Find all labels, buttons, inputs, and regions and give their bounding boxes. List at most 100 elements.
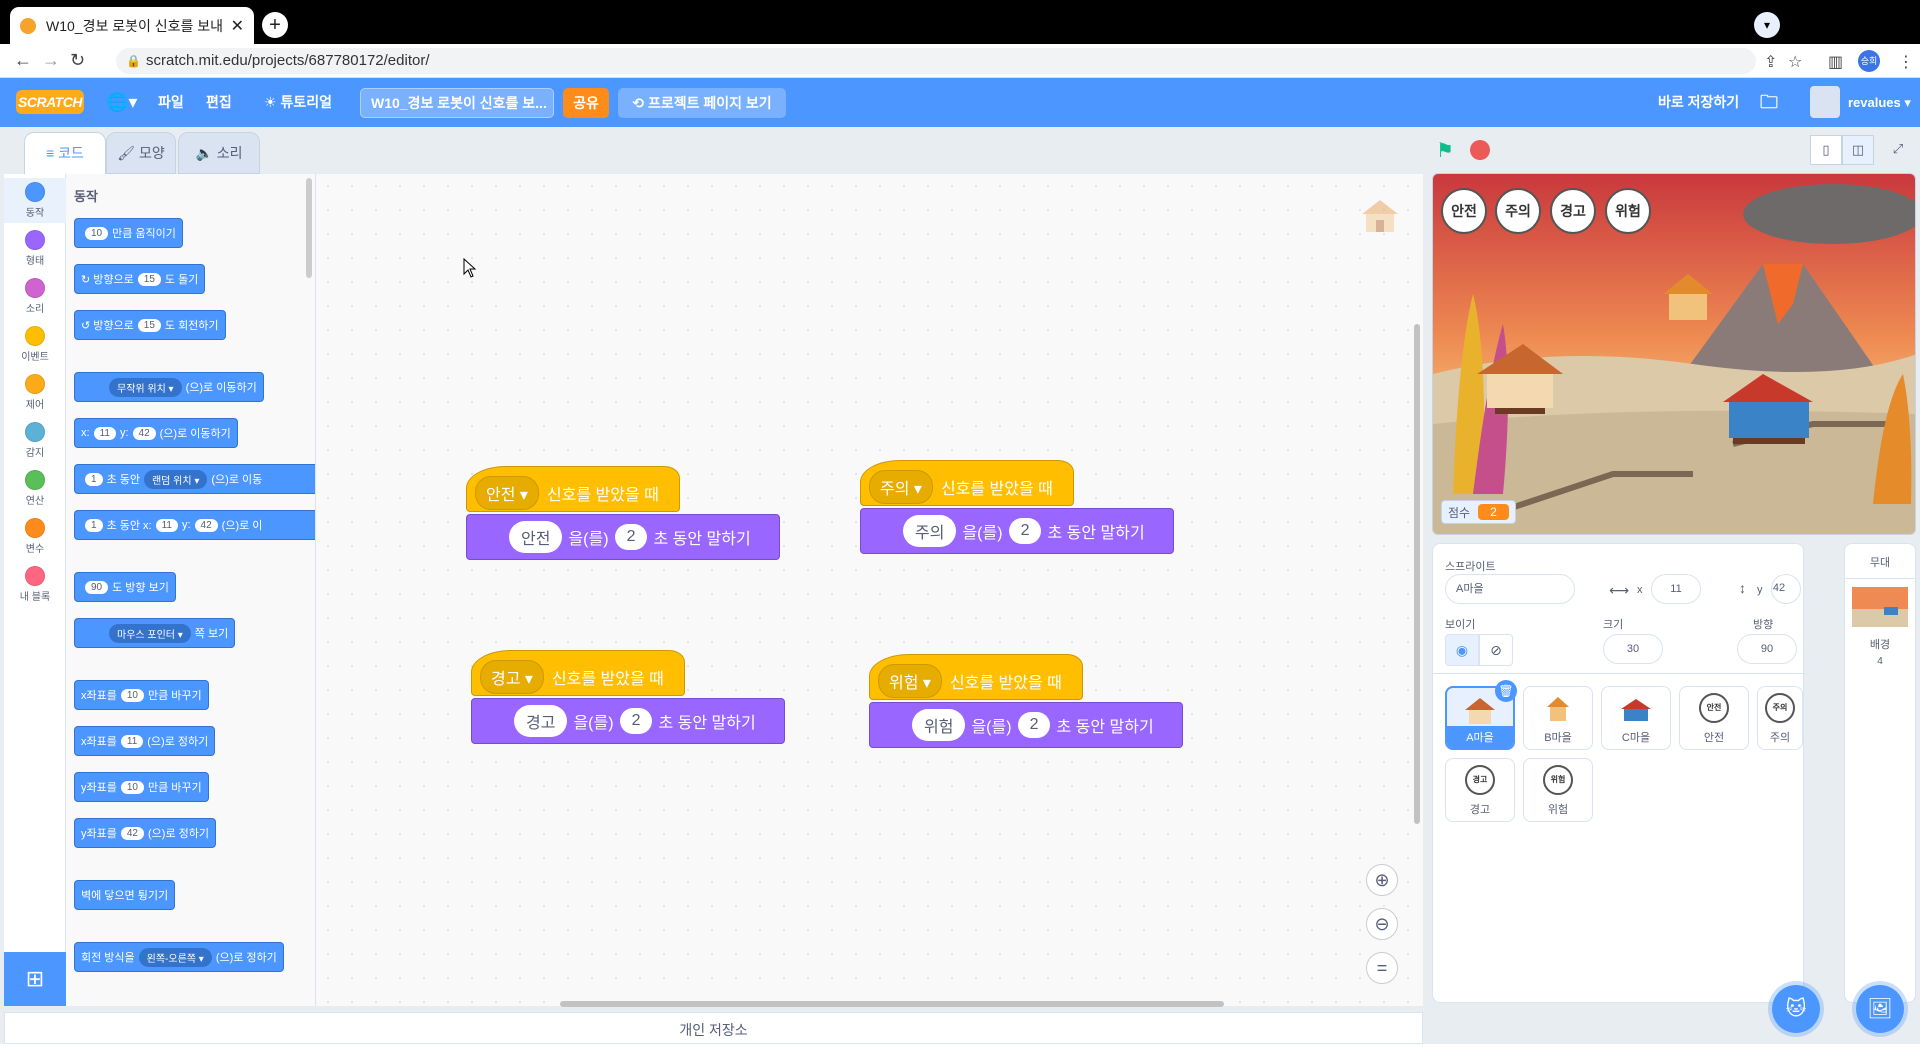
say-for-secs-block[interactable]: 안전 을(를) 2 초 동안 말하기: [466, 514, 780, 560]
block-input[interactable]: 1: [85, 518, 103, 532]
zoom-reset-button[interactable]: =: [1366, 952, 1398, 984]
x-input[interactable]: 11: [1651, 574, 1701, 604]
block-input[interactable]: 90: [85, 580, 109, 594]
block-move-steps[interactable]: 10 만큼 움직이기: [74, 218, 183, 248]
profile-avatar[interactable]: 승희: [1858, 50, 1880, 72]
block-point-direction[interactable]: 90 도 방향 보기: [74, 572, 176, 602]
tab-costumes[interactable]: 🖌 모양: [106, 132, 176, 174]
block-input[interactable]: 10: [120, 688, 144, 702]
sprite-thumb-safe[interactable]: 안전 안전: [1679, 686, 1749, 750]
new-tab-button[interactable]: +: [262, 12, 288, 38]
stage-button-caution[interactable]: 주의: [1495, 188, 1541, 234]
category-sound[interactable]: 소리: [4, 278, 66, 315]
browser-menu-icon[interactable]: ⋮: [1898, 52, 1914, 72]
block-turn-right[interactable]: ↻ 방향으로 15 도 돌기: [74, 264, 206, 294]
say-text-input[interactable]: 주의: [903, 515, 957, 547]
workspace-horizontal-scrollbar[interactable]: [560, 1001, 1224, 1007]
message-dropdown[interactable]: 경고 ▾: [480, 660, 544, 694]
user-avatar[interactable]: [1810, 86, 1840, 118]
message-dropdown[interactable]: 위험 ▾: [878, 664, 942, 698]
hide-sprite-button[interactable]: ⊘: [1479, 634, 1513, 666]
username-menu[interactable]: revalues ▾: [1848, 78, 1911, 127]
share-button[interactable]: 공유: [563, 88, 609, 118]
sprite-thumb-b-village[interactable]: B마을: [1523, 686, 1593, 750]
back-arrow-icon[interactable]: ←: [14, 50, 32, 71]
browser-tab[interactable]: W10_경보 로봇이 신호를 보내 ✕: [10, 7, 254, 44]
choose-sprite-button[interactable]: 🐱: [1772, 985, 1820, 1033]
message-dropdown[interactable]: 주의 ▾: [869, 470, 933, 504]
block-input[interactable]: 11: [155, 518, 178, 532]
category-control[interactable]: 제어: [4, 374, 66, 411]
secs-input[interactable]: 2: [1008, 518, 1042, 544]
category-my-blocks[interactable]: 내 블록: [4, 566, 66, 603]
say-text-input[interactable]: 안전: [509, 521, 563, 553]
message-dropdown[interactable]: 안전 ▾: [475, 476, 539, 510]
file-menu[interactable]: 파일: [158, 78, 184, 127]
hat-block-when-receive[interactable]: 위험 ▾ 신호를 받았을 때: [869, 654, 1083, 700]
block-dropdown[interactable]: 왼쪽-오른쪽 ▾: [138, 947, 212, 967]
fullscreen-button[interactable]: ⤢: [1882, 135, 1914, 165]
block-input[interactable]: 15: [137, 272, 161, 286]
stage-selector[interactable]: 무대 배경 4: [1844, 543, 1916, 1003]
say-for-secs-block[interactable]: 경고 을(를) 2 초 동안 말하기: [471, 698, 785, 744]
secs-input[interactable]: 2: [1017, 712, 1051, 738]
bookmark-star-icon[interactable]: ☆: [1788, 52, 1802, 72]
choose-backdrop-button[interactable]: 🖼: [1856, 985, 1904, 1033]
language-globe-icon[interactable]: 🌐▾: [106, 78, 137, 127]
hat-block-when-receive[interactable]: 안전 ▾ 신호를 받았을 때: [466, 466, 680, 512]
stage-button-warning[interactable]: 경고: [1550, 188, 1596, 234]
reload-icon[interactable]: ↻: [70, 50, 85, 71]
stop-icon[interactable]: [1470, 140, 1490, 160]
category-motion[interactable]: 동작: [4, 178, 66, 223]
block-input[interactable]: 11: [120, 734, 144, 748]
category-sensing[interactable]: 감지: [4, 422, 66, 459]
save-now-button[interactable]: 바로 저장하기: [1658, 78, 1739, 127]
block-input[interactable]: 11: [93, 426, 116, 440]
tab-code[interactable]: ≡ 코드: [24, 132, 106, 174]
url-field[interactable]: 🔒 scratch.mit.edu/projects/687780172/edi…: [116, 48, 1756, 74]
edit-menu[interactable]: 편집: [206, 78, 232, 127]
tutorials-button[interactable]: ☀ 튜토리얼: [264, 78, 332, 127]
sprite-thumb-warning[interactable]: 경고 경고: [1445, 758, 1515, 822]
palette-scrollbar[interactable]: [306, 178, 312, 278]
share-page-icon[interactable]: ⇪: [1764, 52, 1777, 72]
stage-button-danger[interactable]: 위험: [1605, 188, 1651, 234]
secs-input[interactable]: 2: [619, 708, 653, 734]
zoom-out-button[interactable]: ⊖: [1366, 908, 1398, 940]
block-goto-xy[interactable]: x: 11 y: 42 (으)로 이동하기: [74, 418, 238, 448]
side-panel-icon[interactable]: ▥: [1828, 52, 1843, 72]
block-set-x[interactable]: x좌표를 11 (으)로 정하기: [74, 726, 216, 756]
forward-arrow-icon[interactable]: →: [42, 50, 60, 71]
hat-block-when-receive[interactable]: 주의 ▾ 신호를 받았을 때: [860, 460, 1074, 506]
block-dropdown[interactable]: 마우스 포인터 ▾: [109, 623, 191, 643]
block-goto-random[interactable]: 무작위 위치 ▾ (으)로 이동하기: [74, 372, 264, 402]
green-flag-icon[interactable]: ⚑: [1436, 138, 1454, 163]
workspace-vertical-scrollbar[interactable]: [1414, 324, 1420, 824]
category-events[interactable]: 이벤트: [4, 326, 66, 363]
say-for-secs-block[interactable]: 주의 을(를) 2 초 동안 말하기: [860, 508, 1174, 554]
block-bounce[interactable]: 벽에 닿으면 튕기기: [74, 880, 176, 910]
my-stuff-folder-icon[interactable]: 🗀: [1760, 78, 1778, 127]
block-input[interactable]: 42: [120, 826, 144, 840]
block-input[interactable]: 42: [194, 518, 218, 532]
secs-input[interactable]: 2: [614, 524, 648, 550]
see-project-page-button[interactable]: ⟲ 프로젝트 페이지 보기: [618, 88, 786, 118]
category-looks[interactable]: 형태: [4, 230, 66, 267]
sprite-thumb-danger[interactable]: 위험 위험: [1523, 758, 1593, 822]
block-turn-left[interactable]: ↺ 방향으로 15 도 회전하기: [74, 310, 226, 340]
tab-sounds[interactable]: 🔈 소리: [178, 132, 260, 174]
block-input[interactable]: 10: [120, 780, 144, 794]
delete-sprite-button[interactable]: 🗑: [1495, 680, 1517, 702]
block-glide-xy[interactable]: 1초 동안 x: 11 y: 42 (으)로 이: [74, 510, 315, 540]
block-rotation-style[interactable]: 회전 방식을 왼쪽-오른쪽 ▾ (으)로 정하기: [74, 942, 284, 972]
say-text-input[interactable]: 위험: [912, 709, 966, 741]
block-input[interactable]: 15: [137, 318, 161, 332]
block-point-towards[interactable]: 마우스 포인터 ▾ 쪽 보기: [74, 618, 236, 648]
close-tab-icon[interactable]: ✕: [231, 16, 244, 36]
block-dropdown[interactable]: 무작위 위치 ▾: [109, 377, 182, 397]
stage-button-safe[interactable]: 안전: [1441, 188, 1487, 234]
block-input[interactable]: 10: [85, 226, 109, 240]
block-change-x[interactable]: x좌표를 10 만큼 바꾸기: [74, 680, 209, 710]
hat-block-when-receive[interactable]: 경고 ▾ 신호를 받았을 때: [471, 650, 685, 696]
category-variables[interactable]: 변수: [4, 518, 66, 555]
